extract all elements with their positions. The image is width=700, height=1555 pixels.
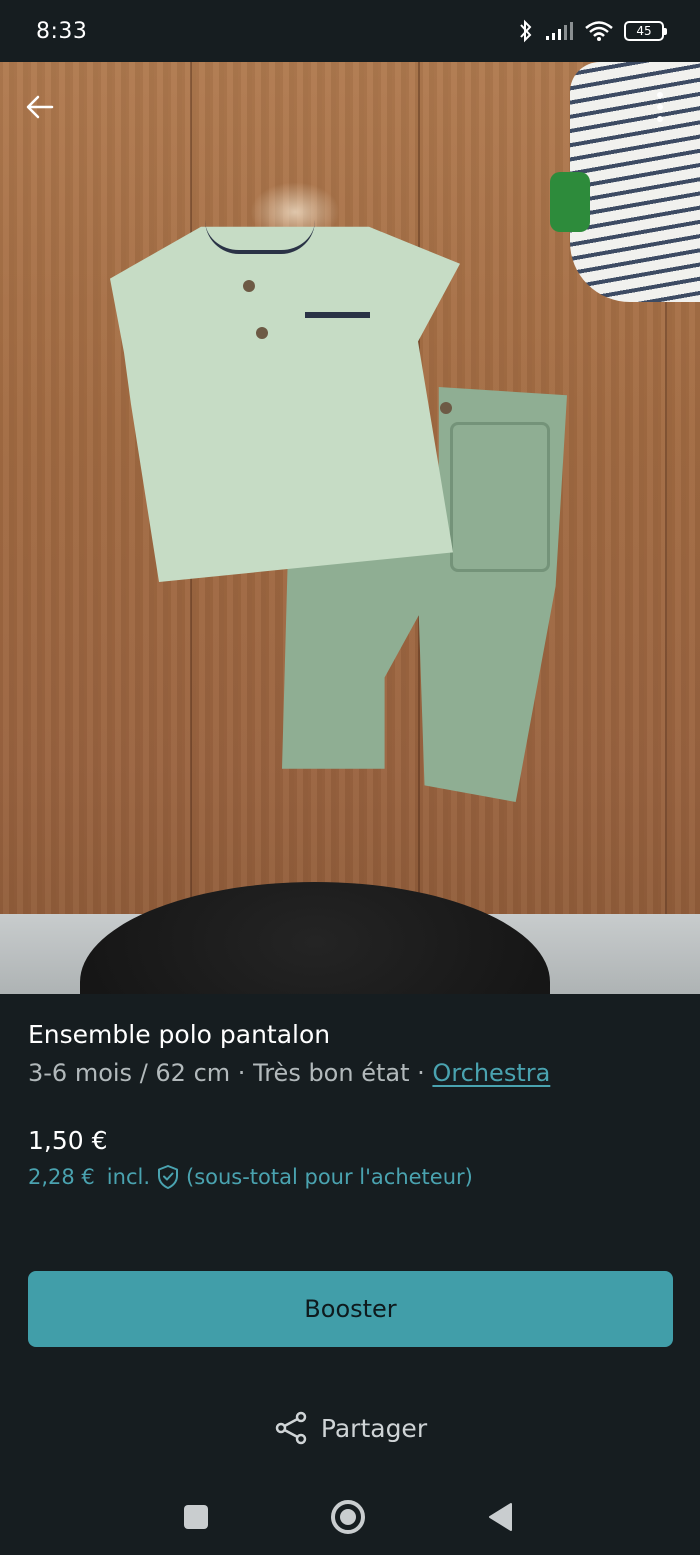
item-size: 3-6 mois / 62 cm: [28, 1059, 231, 1087]
recents-button[interactable]: [166, 1478, 226, 1555]
triangle-back-icon: [489, 1502, 512, 1531]
buyer-price-incl: incl.: [106, 1165, 150, 1189]
polo-button: [243, 280, 255, 292]
arrow-left-icon: [26, 95, 54, 119]
item-details: Ensemble polo pantalon 3-6 mois / 62 cm …: [28, 1020, 672, 1087]
green-clothes: [550, 172, 590, 232]
item-condition: Très bon état: [253, 1059, 410, 1087]
home-circle-icon: [331, 1499, 365, 1534]
back-button[interactable]: [18, 85, 62, 129]
square-icon: [184, 1504, 208, 1529]
bluetooth-icon: [520, 19, 532, 43]
battery-level: 45: [636, 24, 652, 38]
wifi-icon: [585, 21, 613, 41]
share-button[interactable]: Partager: [0, 1400, 700, 1456]
buyer-price-note: (sous-total pour l'acheteur): [186, 1165, 473, 1189]
polo-collar: [205, 220, 315, 254]
item-price: 1,50 €: [28, 1126, 108, 1155]
pants-button: [440, 402, 452, 414]
separator: ·: [417, 1059, 425, 1087]
share-icon: [275, 1411, 307, 1445]
buyer-price: 2,28 €: [28, 1165, 95, 1189]
status-time: 8:33: [36, 18, 88, 44]
signal-icon: [546, 22, 573, 40]
shield-check-icon: [158, 1165, 178, 1189]
item-title: Ensemble polo pantalon: [28, 1020, 331, 1049]
status-bar: 8:33 45: [0, 0, 700, 62]
more-options-button[interactable]: [638, 85, 682, 129]
item-attributes: 3-6 mois / 62 cm · Très bon état · Orche…: [28, 1059, 672, 1087]
more-vertical-icon: [657, 92, 663, 122]
status-icons: 45: [518, 19, 667, 43]
item-detail-screen: 8:33 45 Ensemble polo pantalon 3-6 mois …: [0, 0, 700, 1555]
battery-icon: 45: [624, 21, 667, 41]
buyer-price-row[interactable]: 2,28 € incl. (sous-total pour l'acheteur…: [28, 1164, 473, 1190]
system-back-button[interactable]: [470, 1478, 530, 1555]
brand-link[interactable]: Orchestra: [432, 1059, 550, 1087]
booster-button[interactable]: Booster: [28, 1271, 673, 1347]
home-button[interactable]: [318, 1478, 378, 1555]
pants-pocket: [450, 422, 550, 572]
polo-garment: [110, 226, 460, 582]
item-photo[interactable]: [0, 62, 700, 994]
share-label: Partager: [320, 1413, 428, 1443]
polo-button: [256, 327, 268, 339]
separator: ·: [237, 1059, 246, 1087]
polo-pocket: [305, 312, 370, 318]
system-navigation-bar: [0, 1478, 700, 1555]
